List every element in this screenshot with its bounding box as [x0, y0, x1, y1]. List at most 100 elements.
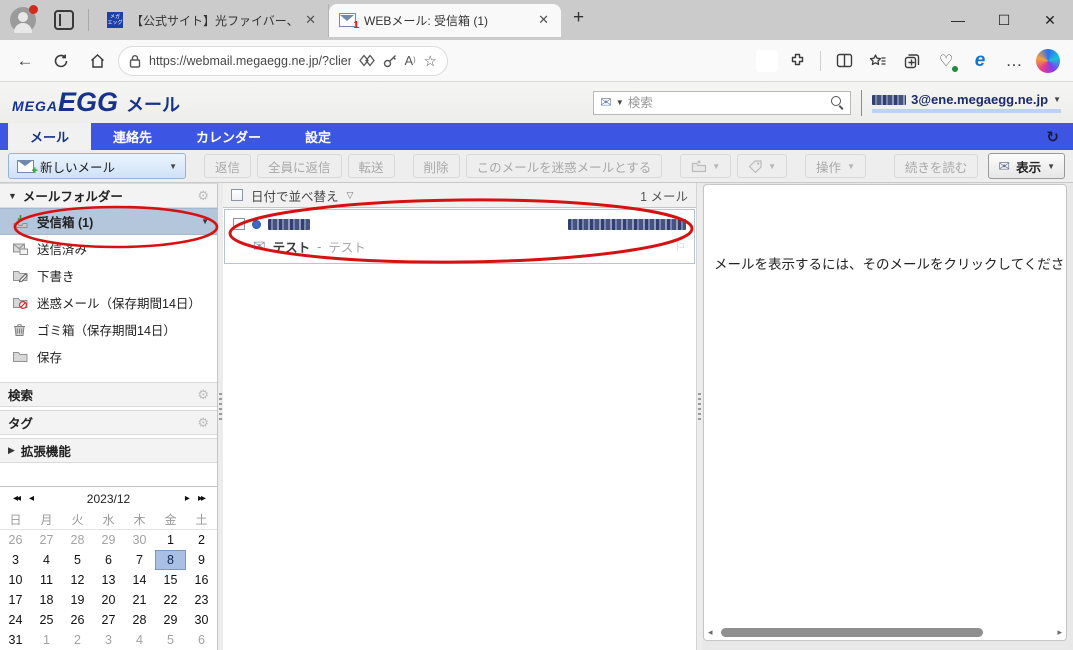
extensions-puzzle-icon[interactable] [782, 46, 812, 76]
new-mail-button[interactable]: + 新しいメール ▼ [8, 153, 186, 179]
calendar-day[interactable]: 30 [186, 610, 217, 630]
new-mail-dropdown-icon[interactable]: ▼ [169, 162, 177, 171]
list-pane-splitter[interactable] [697, 183, 702, 650]
tab-mail[interactable]: メール [8, 123, 91, 150]
tab-calendar[interactable]: カレンダー [174, 123, 283, 150]
read-aloud-icon[interactable]: A) [405, 53, 416, 68]
expand-triangle-icon[interactable]: ▶ [8, 445, 15, 456]
calendar-day[interactable]: 16 [186, 570, 217, 590]
horizontal-scrollbar[interactable]: ◂ ▸ [704, 625, 1066, 640]
folder-inbox[interactable]: 受信箱 (1) ▼ [0, 208, 217, 235]
calendar-day[interactable]: 1 [155, 530, 186, 550]
favorite-star-icon[interactable]: ☆ [424, 52, 437, 70]
calendar-day[interactable]: 14 [124, 570, 155, 590]
mail-refresh-button[interactable]: ↻ [1046, 123, 1059, 150]
calendar-day[interactable]: 26 [62, 610, 93, 630]
calendar-day[interactable]: 6 [186, 630, 217, 650]
ie-mode-icon[interactable]: e [965, 46, 995, 76]
profile-avatar[interactable] [10, 7, 36, 33]
calendar-day[interactable]: 12 [62, 570, 93, 590]
back-button[interactable]: ← [10, 46, 40, 76]
calendar-day[interactable]: 3 [0, 550, 31, 570]
search-input[interactable] [628, 96, 827, 110]
calendar-day[interactable]: 2 [186, 530, 217, 550]
calendar-day[interactable]: 20 [93, 590, 124, 610]
tags-section-header[interactable]: タグ ⚙ [0, 410, 217, 435]
calendar-day[interactable]: 28 [62, 530, 93, 550]
tab-settings[interactable]: 設定 [283, 123, 353, 150]
split-screen-icon[interactable] [829, 46, 859, 76]
scrollbar-track[interactable] [717, 628, 1054, 637]
tab-webmail-inbox[interactable]: 1 WEBメール: 受信箱 (1) ✕ [329, 4, 561, 37]
calendar-next-year-icon[interactable]: ▸▸ [193, 493, 209, 504]
calendar-day[interactable]: 18 [31, 590, 62, 610]
window-maximize-button[interactable]: ☐ [981, 0, 1027, 40]
mail-list-item[interactable]: ✉ テスト - テスト ⚐ [224, 209, 695, 264]
window-close-button[interactable]: ✕ [1027, 0, 1073, 40]
tab-close-icon[interactable]: ✕ [534, 12, 553, 28]
tab-close-icon[interactable]: ✕ [301, 12, 320, 28]
browser-essentials-icon[interactable]: ♡ [931, 46, 961, 76]
calendar-day[interactable]: 30 [124, 530, 155, 550]
calendar-day[interactable]: 28 [124, 610, 155, 630]
new-tab-button[interactable]: + [573, 7, 584, 33]
favorites-bar-icon[interactable] [863, 46, 893, 76]
calendar-day[interactable]: 29 [155, 610, 186, 630]
scrollbar-thumb[interactable] [721, 628, 984, 637]
calendar-prev-year-icon[interactable]: ◂◂ [8, 493, 24, 504]
calendar-day[interactable]: 19 [62, 590, 93, 610]
calendar-day[interactable]: 24 [0, 610, 31, 630]
tags-gear-icon[interactable]: ⚙ [197, 415, 209, 431]
calendar-day[interactable]: 8 [155, 550, 186, 570]
calendar-day[interactable]: 2 [62, 630, 93, 650]
calendar-day[interactable]: 5 [155, 630, 186, 650]
calendar-day[interactable]: 11 [31, 570, 62, 590]
calendar-day[interactable]: 22 [155, 590, 186, 610]
calendar-day[interactable]: 5 [62, 550, 93, 570]
folder-spam[interactable]: 迷惑メール（保存期間14日） [0, 289, 217, 316]
calendar-day[interactable]: 4 [31, 550, 62, 570]
folders-gear-icon[interactable]: ⚙ [197, 188, 209, 204]
password-key-icon[interactable] [383, 54, 397, 68]
folder-sent[interactable]: 送信済み [0, 235, 217, 262]
search-icon[interactable] [831, 96, 844, 109]
account-menu[interactable]: 3@ene.megaegg.ne.jp ▼ [872, 92, 1061, 113]
extensions-section-header[interactable]: ▶ 拡張機能 [0, 438, 217, 463]
flag-icon[interactable]: ⚐ [674, 239, 686, 255]
calendar-day[interactable]: 3 [93, 630, 124, 650]
reply-button[interactable]: 返信 [204, 154, 251, 178]
search-gear-icon[interactable]: ⚙ [197, 387, 209, 403]
tab-contacts[interactable]: 連絡先 [91, 123, 174, 150]
mail-search-box[interactable]: ✉ ▼ [593, 91, 851, 115]
collections-icon[interactable] [897, 46, 927, 76]
home-button[interactable] [82, 46, 112, 76]
folder-drafts[interactable]: 下書き [0, 262, 217, 289]
diamonds-icon[interactable] [359, 54, 375, 67]
calendar-prev-month-icon[interactable]: ◂ [24, 493, 37, 504]
folder-dropdown-icon[interactable]: ▼ [201, 217, 209, 226]
delete-button[interactable]: 削除 [413, 154, 460, 178]
folder-archive[interactable]: 保存 [0, 343, 217, 370]
sidebar-splitter[interactable] [218, 183, 223, 650]
search-scope-dropdown-icon[interactable]: ▼ [616, 98, 624, 107]
calendar-day[interactable]: 17 [0, 590, 31, 610]
reply-all-button[interactable]: 全員に返信 [257, 154, 342, 178]
calendar-day[interactable]: 23 [186, 590, 217, 610]
calendar-day[interactable]: 6 [93, 550, 124, 570]
search-section-header[interactable]: 検索 ⚙ [0, 382, 217, 407]
sort-button[interactable]: 日付で並べ替え [251, 186, 339, 205]
calendar-day[interactable]: 7 [124, 550, 155, 570]
actions-button[interactable]: 操作▼ [805, 154, 866, 178]
address-bar[interactable]: https://webmail.megaegg.ne.jp/?client=ad… [118, 46, 448, 76]
forward-button[interactable]: 転送 [348, 154, 395, 178]
tab-megaegg-site[interactable]: メガエッグ 【公式サイト】光ファイバー、インターネッ ✕ [97, 4, 329, 37]
calendar-day[interactable]: 9 [186, 550, 217, 570]
calendar-day[interactable]: 21 [124, 590, 155, 610]
calendar-day[interactable]: 4 [124, 630, 155, 650]
calendar-day[interactable]: 26 [0, 530, 31, 550]
mail-checkbox[interactable] [233, 218, 245, 230]
folder-trash[interactable]: ゴミ箱（保存期間14日） [0, 316, 217, 343]
copilot-icon[interactable] [1033, 46, 1063, 76]
calendar-day[interactable]: 27 [93, 610, 124, 630]
calendar-day[interactable]: 10 [0, 570, 31, 590]
